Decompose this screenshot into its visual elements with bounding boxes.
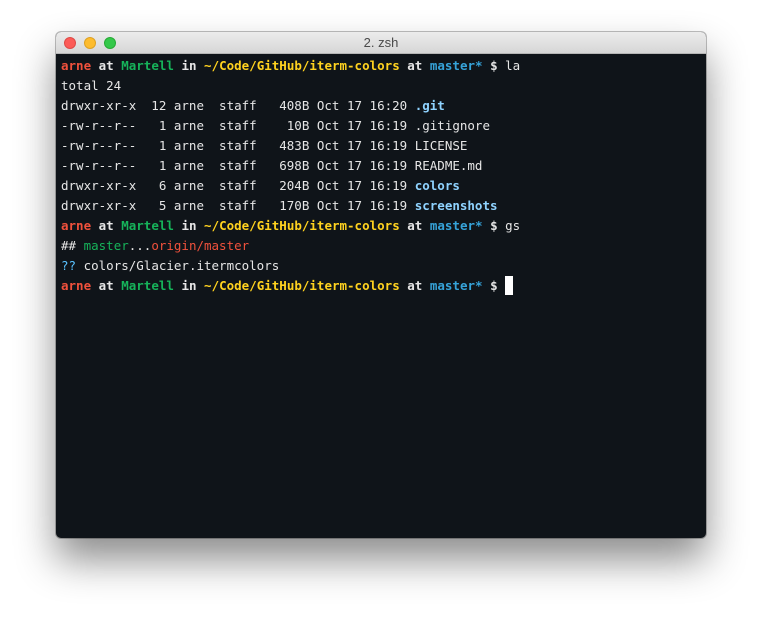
listing-row-filename: screenshots — [414, 198, 498, 213]
listing-row: -rw-r--r-- 1 arne staff 483B Oct 17 16:1… — [61, 136, 706, 156]
prompt-host: Martell — [121, 58, 174, 73]
prompt-line: arne at Martell in ~/Code/GitHub/iterm-c… — [61, 56, 706, 76]
git-status-prefix: ## — [61, 238, 77, 253]
text-cursor[interactable] — [505, 276, 514, 295]
prompt-in: in — [181, 218, 197, 233]
listing-row-meta: -rw-r--r-- 1 arne staff 698B Oct 17 16:1… — [61, 158, 415, 173]
prompt-in: in — [181, 278, 197, 293]
listing-row-meta: drwxr-xr-x 6 arne staff 204B Oct 17 16:1… — [61, 178, 415, 193]
prompt-branch: master* — [429, 218, 483, 233]
prompt-user: arne — [61, 218, 92, 233]
listing-row: -rw-r--r-- 1 arne staff 10B Oct 17 16:19… — [61, 116, 706, 136]
listing-total: total 24 — [61, 78, 122, 93]
listing-row-meta: drwxr-xr-x 12 arne staff 408B Oct 17 16:… — [61, 98, 415, 113]
listing-row: -rw-r--r-- 1 arne staff 698B Oct 17 16:1… — [61, 156, 706, 176]
listing-row-filename: colors — [414, 178, 460, 193]
listing-row-filename: .gitignore — [414, 118, 490, 133]
listing-row-filename: .git — [414, 98, 445, 113]
listing-row: drwxr-xr-x 6 arne staff 204B Oct 17 16:1… — [61, 176, 706, 196]
git-branch-separator: ... — [128, 238, 152, 253]
listing-row-meta: -rw-r--r-- 1 arne staff 483B Oct 17 16:1… — [61, 138, 415, 153]
prompt-line-active[interactable]: arne at Martell in ~/Code/GitHub/iterm-c… — [61, 276, 706, 296]
prompt-at: at — [98, 278, 114, 293]
prompt-symbol: $ — [490, 218, 498, 233]
listing-row: drwxr-xr-x 5 arne staff 170B Oct 17 16:1… — [61, 196, 706, 216]
prompt-at2: at — [407, 58, 423, 73]
command-text: la — [505, 58, 521, 73]
prompt-user: arne — [61, 58, 92, 73]
prompt-at2: at — [407, 218, 423, 233]
prompt-host: Martell — [121, 218, 174, 233]
command-text: gs — [505, 218, 521, 233]
listing-row-filename: README.md — [414, 158, 483, 173]
prompt-at: at — [98, 218, 114, 233]
prompt-user: arne — [61, 278, 92, 293]
git-remote-branch: origin/master — [151, 238, 250, 253]
listing-row-filename: LICENSE — [414, 138, 468, 153]
git-local-branch: master — [83, 238, 129, 253]
prompt-path: ~/Code/GitHub/iterm-colors — [204, 278, 400, 293]
window-title: 2. zsh — [363, 35, 399, 50]
title-bar[interactable]: 2. zsh — [56, 32, 706, 54]
file-listing: drwxr-xr-x 12 arne staff 408B Oct 17 16:… — [61, 96, 706, 216]
listing-row: drwxr-xr-x 12 arne staff 408B Oct 17 16:… — [61, 96, 706, 116]
prompt-at2: at — [407, 278, 423, 293]
prompt-host: Martell — [121, 278, 174, 293]
prompt-path: ~/Code/GitHub/iterm-colors — [204, 58, 400, 73]
git-untracked-marker: ?? — [61, 258, 77, 273]
listing-row-meta: -rw-r--r-- 1 arne staff 10B Oct 17 16:19 — [61, 118, 415, 133]
terminal-window[interactable]: 2. zsh arne at Martell in ~/Code/GitHub/… — [56, 32, 706, 538]
prompt-line: arne at Martell in ~/Code/GitHub/iterm-c… — [61, 216, 706, 236]
git-status-branch-line: ## master...origin/master — [61, 236, 706, 256]
prompt-in: in — [181, 58, 197, 73]
prompt-path: ~/Code/GitHub/iterm-colors — [204, 218, 400, 233]
prompt-symbol: $ — [490, 58, 498, 73]
prompt-at: at — [98, 58, 114, 73]
git-untracked-file: colors/Glacier.itermcolors — [83, 258, 280, 273]
terminal-output[interactable]: arne at Martell in ~/Code/GitHub/iterm-c… — [56, 54, 706, 538]
listing-row-meta: drwxr-xr-x 5 arne staff 170B Oct 17 16:1… — [61, 198, 415, 213]
prompt-branch: master* — [429, 278, 483, 293]
git-status-untracked-line: ?? colors/Glacier.itermcolors — [61, 256, 706, 276]
prompt-symbol: $ — [490, 278, 498, 293]
prompt-branch: master* — [429, 58, 483, 73]
